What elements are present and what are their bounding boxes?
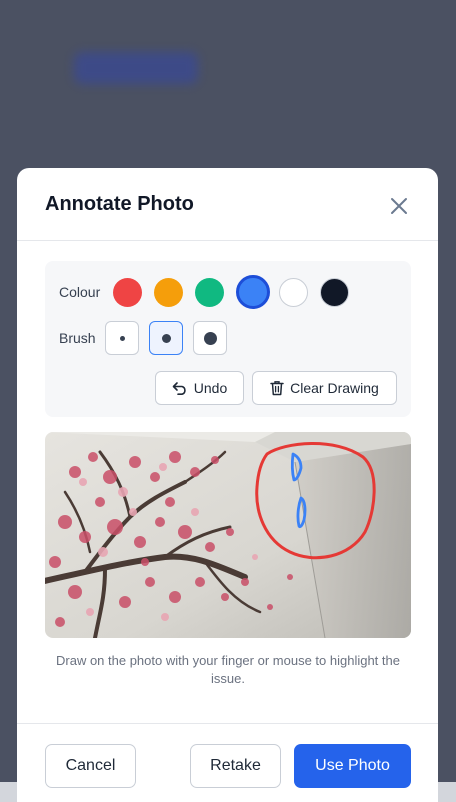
clear-drawing-button[interactable]: Clear Drawing bbox=[252, 371, 397, 405]
undo-label: Undo bbox=[193, 380, 228, 396]
brush-large-dot-icon bbox=[203, 331, 217, 345]
drawing-tools-panel: Colour Brush Undo Clear Drawing bbox=[45, 261, 411, 417]
cancel-button[interactable]: Cancel bbox=[45, 744, 136, 788]
brush-small[interactable] bbox=[105, 321, 139, 355]
trash-icon bbox=[270, 381, 284, 396]
modal-header: Annotate Photo bbox=[17, 168, 438, 241]
brush-medium-dot-icon bbox=[161, 333, 171, 343]
annotated-photo bbox=[45, 432, 411, 638]
colour-swatch-white[interactable] bbox=[279, 277, 308, 307]
photo-canvas[interactable] bbox=[45, 432, 411, 638]
drawing-hint-text: Draw on the photo with your finger or mo… bbox=[56, 653, 400, 686]
brush-row: Brush bbox=[59, 321, 237, 355]
close-button[interactable] bbox=[384, 191, 414, 221]
colour-swatch-orange[interactable] bbox=[154, 277, 183, 307]
retake-label: Retake bbox=[210, 757, 261, 774]
modal-title: Annotate Photo bbox=[45, 192, 194, 215]
colour-swatch-red[interactable] bbox=[113, 277, 142, 307]
colour-label: Colour bbox=[59, 284, 101, 300]
brush-small-dot-icon bbox=[119, 335, 125, 341]
colour-swatch-blue[interactable] bbox=[236, 275, 270, 309]
annotate-photo-modal: Annotate Photo Colour Brush Undo Clear D… bbox=[17, 168, 438, 802]
retake-button[interactable]: Retake bbox=[190, 744, 281, 788]
colour-row: Colour bbox=[59, 275, 361, 309]
close-icon bbox=[391, 198, 407, 214]
brush-medium[interactable] bbox=[149, 321, 183, 355]
undo-icon bbox=[172, 382, 186, 395]
cancel-label: Cancel bbox=[65, 757, 116, 774]
background-blurred-element bbox=[74, 52, 198, 84]
undo-button[interactable]: Undo bbox=[155, 371, 244, 405]
colour-swatch-black[interactable] bbox=[320, 277, 349, 307]
footer-divider bbox=[17, 723, 438, 724]
use-photo-label: Use Photo bbox=[315, 757, 390, 774]
colour-swatch-green[interactable] bbox=[195, 277, 224, 307]
clear-drawing-label: Clear Drawing bbox=[290, 380, 379, 396]
brush-label: Brush bbox=[59, 330, 96, 346]
use-photo-button[interactable]: Use Photo bbox=[294, 744, 411, 788]
brush-large[interactable] bbox=[193, 321, 227, 355]
